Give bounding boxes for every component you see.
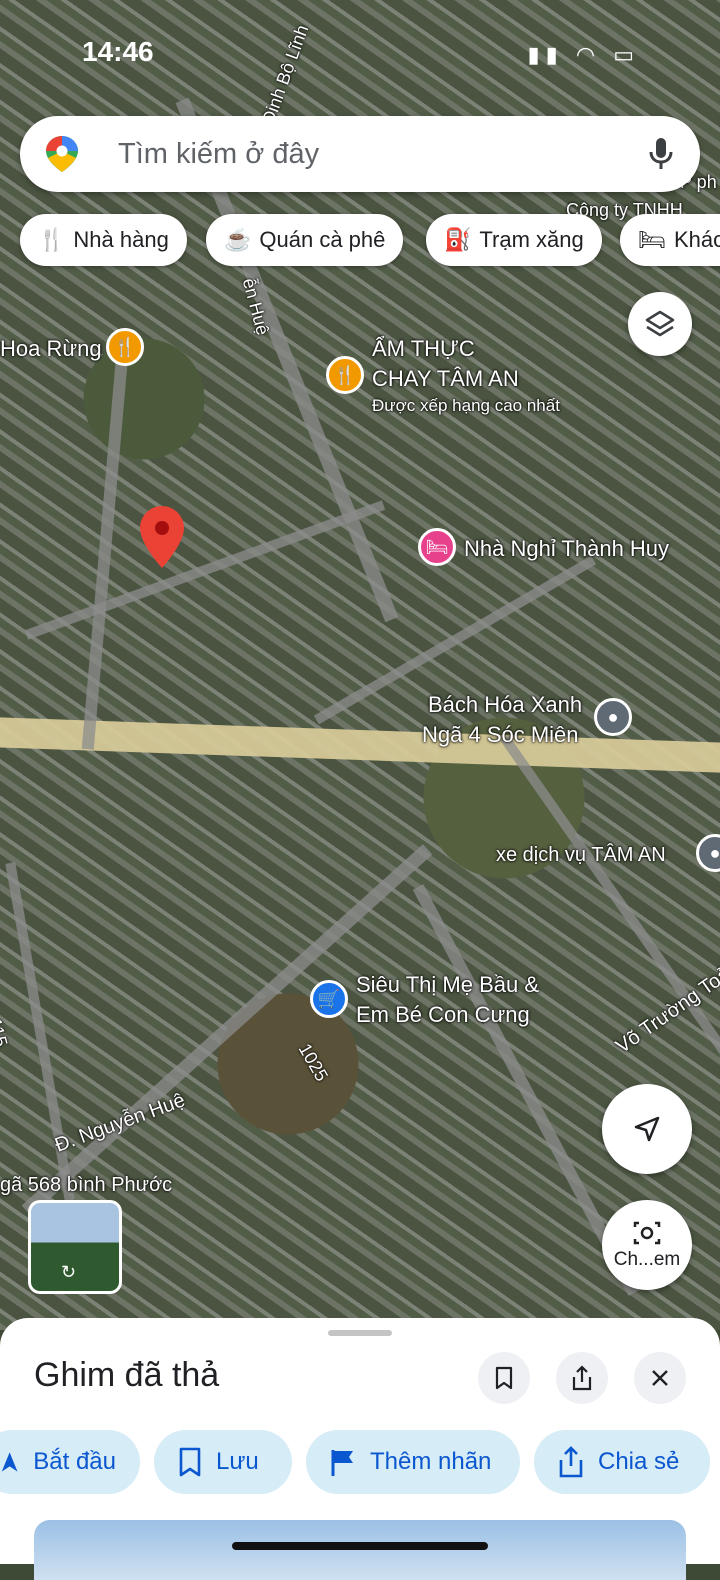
status-time: 14:46 [82, 36, 154, 67]
save-button[interactable]: Lưu [154, 1430, 292, 1494]
chip-restaurants[interactable]: 🍴 Nhà hàng [20, 214, 187, 266]
layers-button[interactable] [628, 292, 692, 356]
my-location-button[interactable] [602, 1084, 692, 1174]
status-icons: ▮▮ ◠ ▭ [528, 42, 640, 68]
place-poi-icon[interactable]: ● [594, 698, 632, 736]
share-button[interactable]: Chia sẻ [534, 1430, 710, 1494]
screenshot-search-button[interactable]: Ch...em [602, 1200, 692, 1290]
bookmark-icon [179, 1447, 201, 1477]
status-bar: 14:46 ▮▮ ◠ ▭ [0, 0, 720, 100]
map-label-am-thuc-2[interactable]: CHAY TÂM AN [372, 366, 519, 392]
map-label-nga-568: gã 568 bình Phước [0, 1174, 173, 1196]
category-chips: 🍴 Nhà hàng ☕ Quán cà phê ⛽ Trạm xăng 🛏 K… [20, 214, 720, 266]
street-view-rotate-icon: ↻ [61, 1262, 77, 1282]
microphone-icon[interactable] [646, 134, 676, 174]
battery-icon: ▭ [613, 42, 640, 67]
map-label-bhx-1[interactable]: Bách Hóa Xanh [428, 692, 582, 718]
search-bar[interactable]: Tìm kiếm ở đây [20, 116, 700, 192]
chip-cafes[interactable]: ☕ Quán cà phê [206, 214, 404, 266]
share-icon-button[interactable] [556, 1352, 608, 1404]
fork-knife-icon: 🍴 [38, 227, 66, 252]
map-label-sieu-thi-2[interactable]: Em Bé Con Cưng [356, 1002, 530, 1028]
street-view-thumbnail[interactable]: ↻ [28, 1200, 122, 1294]
hotel-poi-icon[interactable]: 🛏 [418, 528, 456, 566]
share-icon [559, 1446, 583, 1478]
navigation-arrow-icon [634, 1116, 660, 1142]
restaurant-poi-icon[interactable]: 🍴 [326, 356, 364, 394]
sheet-drag-handle[interactable] [328, 1330, 392, 1336]
gas-station-icon: ⛽ [444, 227, 472, 252]
bookmark-icon [495, 1366, 513, 1390]
layers-icon [645, 310, 675, 337]
close-button[interactable] [634, 1352, 686, 1404]
signal-icon: ▮▮ [527, 42, 564, 67]
lens-camera-icon [633, 1221, 661, 1245]
sheet-title: Ghim đã thả [34, 1356, 220, 1394]
start-button[interactable]: Bắt đầu [0, 1430, 140, 1494]
map-label-nguyen-hue: Đ. Nguyễn Huệ [52, 1089, 189, 1157]
coffee-icon: ☕ [224, 227, 252, 252]
restaurant-poi-icon[interactable]: 🍴 [106, 328, 144, 366]
chip-gas-stations[interactable]: ⛽ Trạm xăng [426, 214, 602, 266]
map-label-xe-dich-vu[interactable]: xe dịch vụ TÂM AN [496, 844, 666, 867]
map-label-am-thuc-1[interactable]: ẨM THỰC [372, 336, 475, 362]
search-input[interactable]: Tìm kiếm ở đây [118, 138, 319, 171]
bed-icon: 🛏 [638, 227, 666, 252]
map-label-nha-nghi[interactable]: Nhà Nghỉ Thành Huy [464, 536, 669, 562]
close-icon [652, 1370, 668, 1386]
map-label-bhx-2[interactable]: Ngã 4 Sóc Miên [422, 722, 579, 748]
map-label-sieu-thi-1[interactable]: Siêu Thị Mẹ Bầu & [356, 972, 539, 998]
shopping-poi-icon[interactable]: 🛒 [310, 980, 348, 1018]
google-maps-logo-icon [46, 136, 78, 172]
map-label-road-115: 115 [0, 1016, 12, 1049]
side-road [81, 330, 131, 750]
flag-icon [331, 1450, 353, 1476]
chip-hotels[interactable]: 🛏 Khác [620, 214, 720, 266]
wifi-icon: ◠ [575, 42, 602, 67]
share-icon [572, 1365, 592, 1391]
map-label-am-thuc-sub: Được xếp hạng cao nhất [372, 396, 560, 415]
side-road [21, 844, 433, 1216]
home-indicator [232, 1542, 488, 1550]
side-road [500, 735, 720, 1085]
place-photo[interactable] [34, 1520, 686, 1580]
navigation-start-icon [1, 1452, 18, 1472]
place-poi-icon[interactable]: ● [696, 834, 720, 872]
save-icon-button[interactable] [478, 1352, 530, 1404]
map-label-hoa-rung[interactable]: Hoa Rừng [0, 336, 102, 362]
place-bottom-sheet: Ghim đã thả Bắt đầu Lưu Thêm nhãn Chia s… [0, 1318, 720, 1580]
add-label-button[interactable]: Thêm nhãn [306, 1430, 520, 1494]
dropped-pin-icon[interactable] [140, 506, 184, 568]
side-road [24, 500, 386, 640]
screenshot-search-label: Ch...em [613, 1249, 681, 1270]
map-label-road-1025: 1025 [294, 1040, 333, 1085]
